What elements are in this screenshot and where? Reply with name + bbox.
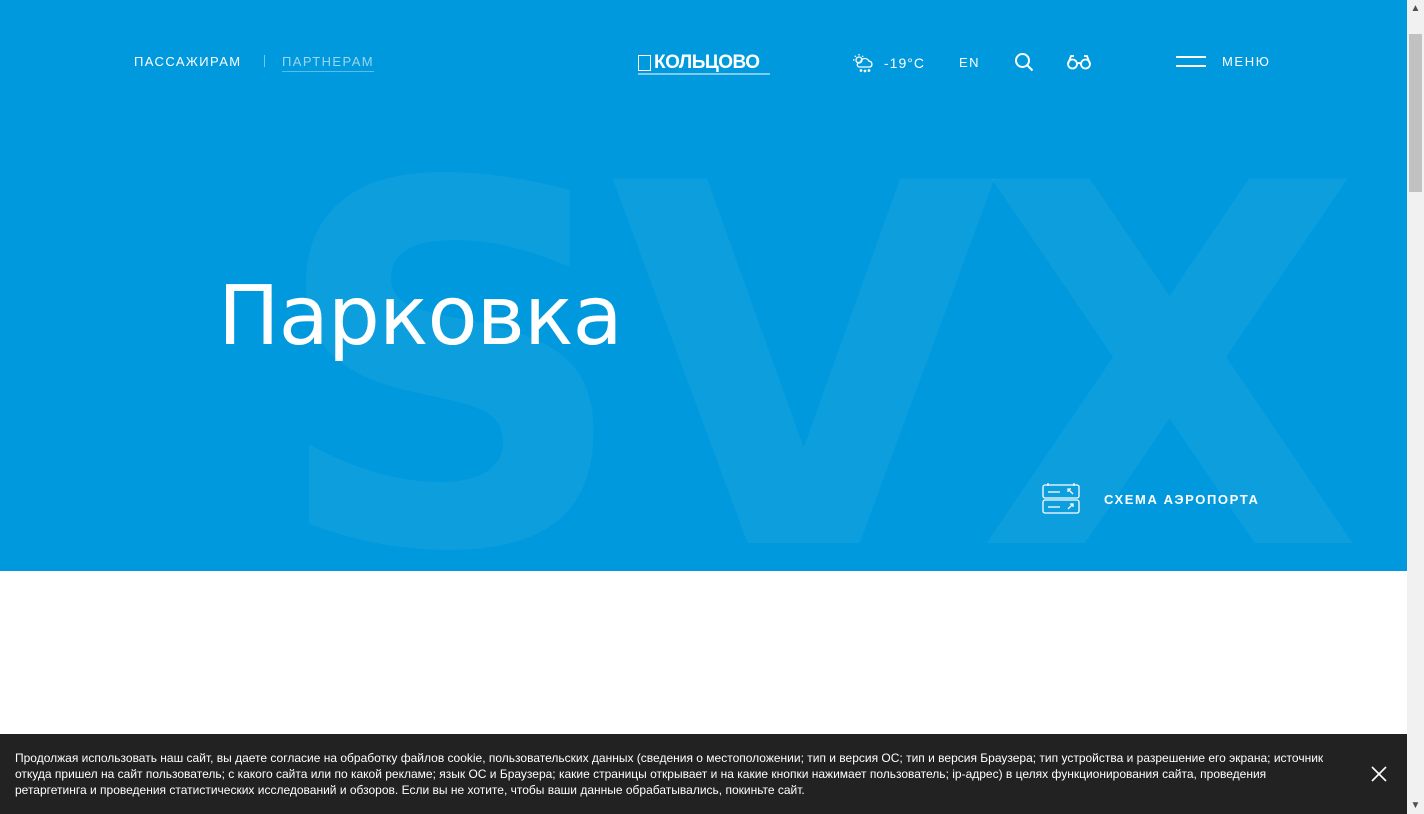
close-icon[interactable] xyxy=(1370,765,1388,783)
page-title: Парковка xyxy=(218,269,623,364)
weather-temperature: -19°C xyxy=(884,55,925,71)
menu-label: МЕНЮ xyxy=(1222,54,1271,69)
airport-scheme-link[interactable]: СХЕМА АЭРОПОРТА xyxy=(1042,482,1259,516)
menu-button[interactable]: МЕНЮ xyxy=(1176,54,1270,69)
cookie-banner-text: Продолжая использовать наш сайт, вы дает… xyxy=(15,751,1324,797)
cookie-banner: Продолжая использовать наш сайт, вы дает… xyxy=(0,734,1407,814)
cloud-snow-sun-icon xyxy=(853,54,873,73)
logo-text: КОЛЬЦОВО xyxy=(654,52,760,73)
language-switch[interactable]: EN xyxy=(959,55,980,70)
nav-divider xyxy=(264,55,265,67)
page-scrollbar[interactable]: ▲ ▼ xyxy=(1407,0,1424,814)
scroll-up-arrow-icon[interactable]: ▲ xyxy=(1407,0,1424,17)
nav-partners[interactable]: ПАРТНЕРАМ xyxy=(282,54,375,72)
search-icon[interactable] xyxy=(1014,52,1034,72)
nav-passengers[interactable]: ПАССАЖИРАМ xyxy=(134,54,242,69)
logo-subline xyxy=(638,73,770,75)
koltsovo-logo[interactable]: КОЛЬЦОВО xyxy=(638,52,770,78)
weather-widget[interactable]: -19°C xyxy=(852,53,925,73)
airport-map-icon xyxy=(1042,483,1080,514)
airport-scheme-label: СХЕМА АЭРОПОРТА xyxy=(1104,491,1260,507)
logo-mark xyxy=(638,55,651,71)
scroll-down-arrow-icon[interactable]: ▼ xyxy=(1407,797,1424,814)
hamburger-icon xyxy=(1176,55,1206,69)
glasses-icon[interactable] xyxy=(1066,53,1092,71)
hero-section: SVX ПАССАЖИРАМ ПАРТНЕРАМ КОЛЬЦОВО -19°C … xyxy=(0,0,1407,571)
scroll-thumb[interactable] xyxy=(1409,34,1422,192)
